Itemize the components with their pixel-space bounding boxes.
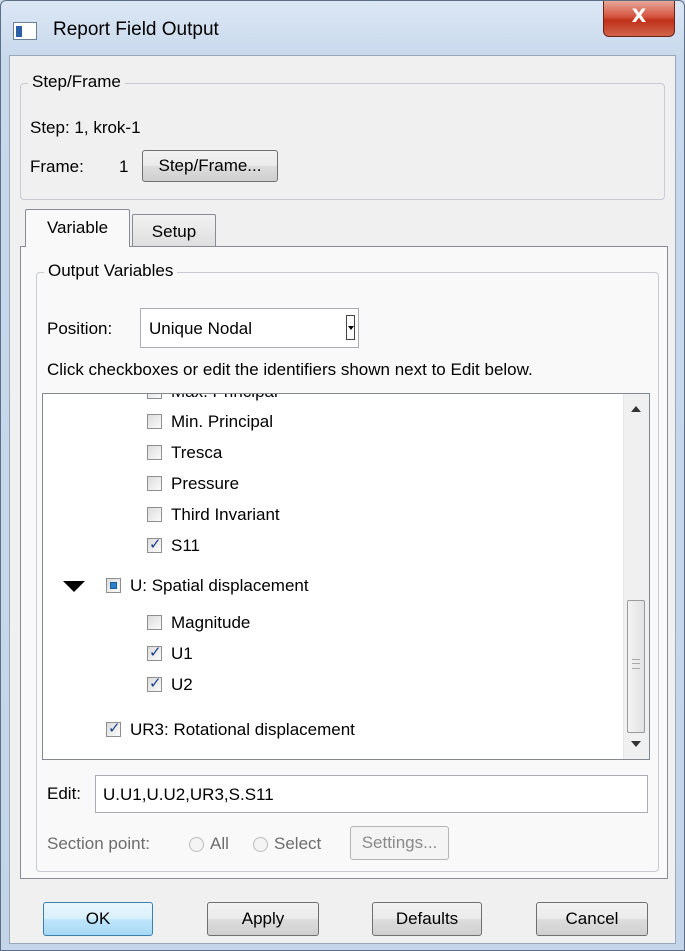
step-frame-button[interactable]: Step/Frame... (142, 150, 278, 182)
checkbox-third-invariant[interactable] (147, 507, 162, 522)
frame-label: Frame: (30, 157, 84, 176)
position-select-value: Unique Nodal (149, 319, 253, 338)
checkbox-pressure[interactable] (147, 476, 162, 491)
edit-field-value: U.U1,U.U2,UR3,S.S11 (103, 785, 274, 804)
tree-item-label: UR3: Rotational displacement (130, 720, 355, 739)
close-icon: X (631, 5, 647, 27)
ok-button[interactable]: OK (43, 902, 153, 936)
edit-label: Edit: (47, 784, 82, 803)
output-variables-group: Output Variables Position: Unique Nodal … (36, 261, 659, 872)
cancel-button[interactable]: Cancel (536, 902, 648, 936)
frame-value: 1 (119, 157, 129, 176)
tree-item-label: Magnitude (171, 613, 251, 632)
defaults-button[interactable]: Defaults (372, 902, 482, 936)
output-variables-label: Output Variables (44, 261, 178, 281)
scroll-down-arrow-icon[interactable] (631, 741, 641, 747)
checkbox-s11[interactable] (147, 535, 162, 553)
tab-variable[interactable]: Variable (25, 209, 130, 247)
tree-item-label: U2 (171, 675, 193, 694)
tree-item-min-principal[interactable]: Min. Principal (43, 407, 623, 437)
app-icon (13, 22, 37, 40)
window-title: Report Field Output (53, 19, 219, 40)
checkbox-u2[interactable] (147, 674, 162, 692)
instructions-text: Click checkboxes or edit the identifiers… (47, 360, 533, 379)
expand-arrow-icon[interactable] (63, 581, 85, 592)
checkbox-magnitude[interactable] (147, 615, 162, 630)
tree-item-ur3[interactable]: UR3: Rotational displacement (43, 715, 623, 745)
tree-item-label: U: Spatial displacement (130, 576, 309, 595)
variable-tab-panel: Output Variables Position: Unique Nodal … (20, 246, 668, 879)
chevron-down-icon (346, 315, 355, 340)
tree-item-label: Tresca (171, 443, 223, 462)
checkbox-tresca[interactable] (147, 445, 162, 460)
section-point-label: Section point: (47, 834, 151, 853)
checkbox-min-principal[interactable] (147, 414, 162, 429)
dialog-body: Step/Frame Step: 1, krok-1 Frame: 1 Step… (9, 55, 676, 944)
radio-all-label: All (210, 834, 229, 853)
tree-item-u1[interactable]: U1 (43, 639, 623, 669)
checkbox-ur3[interactable] (106, 719, 121, 737)
dialog-window: Report Field Output X Step/Frame Step: 1… (0, 0, 685, 951)
radio-select-label: Select (274, 834, 322, 853)
scroll-up-arrow-icon[interactable] (631, 406, 641, 412)
tree-item-magnitude[interactable]: Magnitude (43, 608, 623, 638)
edit-field[interactable]: U.U1,U.U2,UR3,S.S11 (95, 775, 648, 813)
output-variable-tree[interactable]: Max. Principal Min. Principal Tresca Pre… (42, 393, 650, 760)
settings-button[interactable]: Settings... (350, 826, 449, 860)
tree-scrollbar[interactable] (623, 394, 649, 759)
title-bar[interactable]: Report Field Output X (1, 1, 684, 55)
step-frame-group: Step/Frame Step: 1, krok-1 Frame: 1 Step… (20, 72, 665, 200)
tree-item-label: Min. Principal (171, 412, 274, 431)
thumb-grip-icon (632, 659, 640, 669)
position-select[interactable]: Unique Nodal (140, 308, 359, 348)
radio-all[interactable] (189, 837, 204, 852)
tree-item-third-invariant[interactable]: Third Invariant (43, 500, 623, 530)
close-button[interactable]: X (603, 1, 675, 37)
tree-item-pressure[interactable]: Pressure (43, 469, 623, 499)
step-text: Step: 1, krok-1 (30, 118, 141, 137)
checkbox-max-principal[interactable] (147, 394, 162, 399)
step-frame-group-label: Step/Frame (28, 72, 125, 92)
tree-item-u-spatial-displacement[interactable]: U: Spatial displacement (43, 571, 623, 601)
checkbox-u1[interactable] (147, 643, 162, 661)
tree-item-label: S11 (171, 536, 200, 555)
radio-select[interactable] (253, 837, 268, 852)
position-label: Position: (47, 319, 113, 338)
tree-item-u2[interactable]: U2 (43, 670, 623, 700)
tree-item-label: U1 (171, 644, 193, 663)
tree-item-label: Third Invariant (171, 505, 280, 524)
tree-item-label: Max. Principal (171, 394, 278, 402)
tab-setup[interactable]: Setup (132, 214, 216, 247)
tree-item-tresca[interactable]: Tresca (43, 438, 623, 468)
tree-item-label: Pressure (171, 474, 240, 493)
tree-item-s11[interactable]: S11 (43, 531, 623, 561)
checkbox-u-spatial-displacement[interactable] (106, 578, 121, 593)
tree-item-max-principal[interactable]: Max. Principal (43, 394, 623, 407)
scrollbar-thumb[interactable] (627, 600, 645, 733)
apply-button[interactable]: Apply (207, 902, 319, 936)
